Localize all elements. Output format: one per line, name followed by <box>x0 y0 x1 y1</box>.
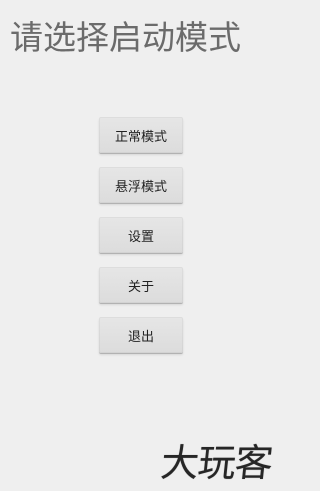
settings-label: 设置 <box>127 229 154 245</box>
exit-label: 退出 <box>127 329 154 345</box>
about-button[interactable]: 关于 <box>99 267 183 303</box>
watermark-text: 大玩客 <box>158 441 275 485</box>
normal-mode-label: 正常模式 <box>114 129 167 145</box>
floating-mode-label: 悬浮模式 <box>114 179 167 195</box>
page-title: 请选择启动模式 <box>10 18 241 57</box>
about-label: 关于 <box>127 279 154 295</box>
settings-button[interactable]: 设置 <box>99 217 183 253</box>
startup-mode-menu: 正常模式 悬浮模式 设置 关于 退出 <box>99 117 183 367</box>
exit-button[interactable]: 退出 <box>99 317 183 353</box>
normal-mode-button[interactable]: 正常模式 <box>99 117 183 153</box>
floating-mode-button[interactable]: 悬浮模式 <box>99 167 183 203</box>
brand-watermark: 大玩客 <box>142 441 275 485</box>
